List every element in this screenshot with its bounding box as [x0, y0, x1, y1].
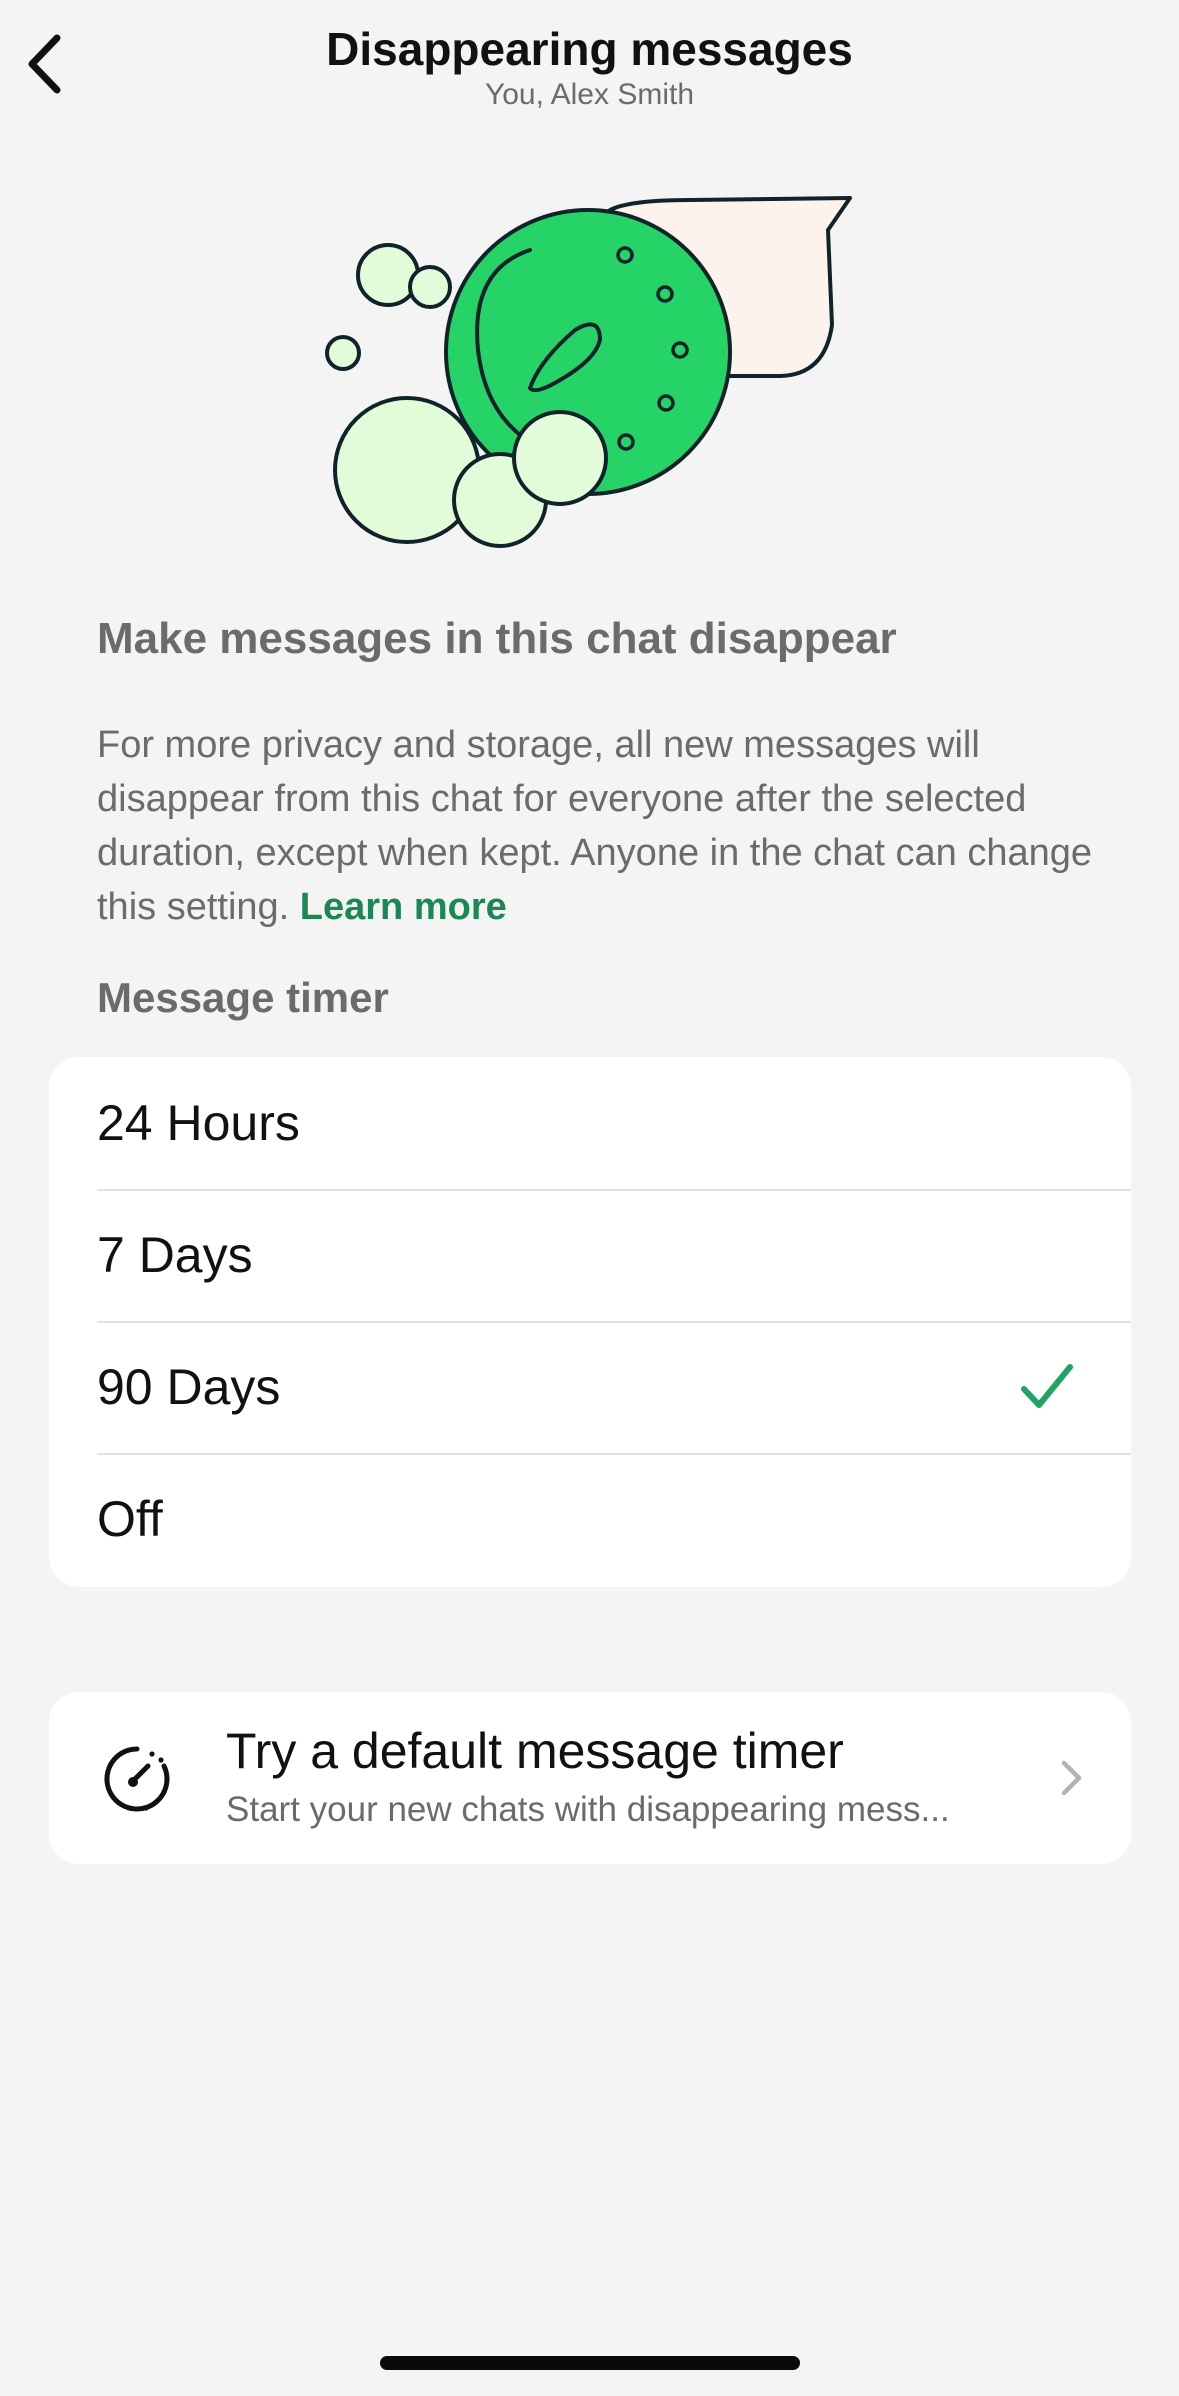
- default-timer-title: Try a default message timer: [226, 1723, 844, 1779]
- home-indicator[interactable]: [380, 2356, 800, 2370]
- timer-option-off[interactable]: Off: [49, 1453, 1131, 1585]
- page-title: Disappearing messages: [326, 23, 853, 75]
- option-label: Off: [97, 1491, 163, 1547]
- description-text: For more privacy and storage, all new me…: [97, 724, 1093, 928]
- default-timer-subtitle: Start your new chats with disappearing m…: [226, 1790, 950, 1829]
- info-heading: Make messages in this chat disappear: [97, 614, 897, 663]
- option-label: 7 Days: [97, 1227, 253, 1283]
- info-description: For more privacy and storage, all new me…: [97, 718, 1097, 934]
- disappearing-timer-illustration: [325, 196, 852, 548]
- timer-option-90-days[interactable]: 90 Days: [49, 1321, 1131, 1453]
- timer-options-card: 24 Hours 7 Days 90 Days Off: [49, 1057, 1131, 1587]
- chat-participants: You, Alex Smith: [484, 78, 695, 111]
- timer-option-24-hours[interactable]: 24 Hours: [49, 1057, 1131, 1189]
- chevron-right-icon: [1061, 1760, 1082, 1796]
- timer-icon: [104, 1746, 170, 1812]
- checkmark-icon: [1021, 1364, 1073, 1408]
- timer-option-7-days[interactable]: 7 Days: [49, 1189, 1131, 1321]
- message-timer-label: Message timer: [97, 974, 389, 1021]
- option-label: 90 Days: [97, 1359, 281, 1415]
- default-timer-row[interactable]: Try a default message timer Start your n…: [49, 1692, 1131, 1864]
- header: Disappearing messages You, Alex Smith: [0, 0, 1179, 130]
- learn-more-link[interactable]: Learn more: [300, 886, 507, 928]
- option-label: 24 Hours: [97, 1095, 300, 1151]
